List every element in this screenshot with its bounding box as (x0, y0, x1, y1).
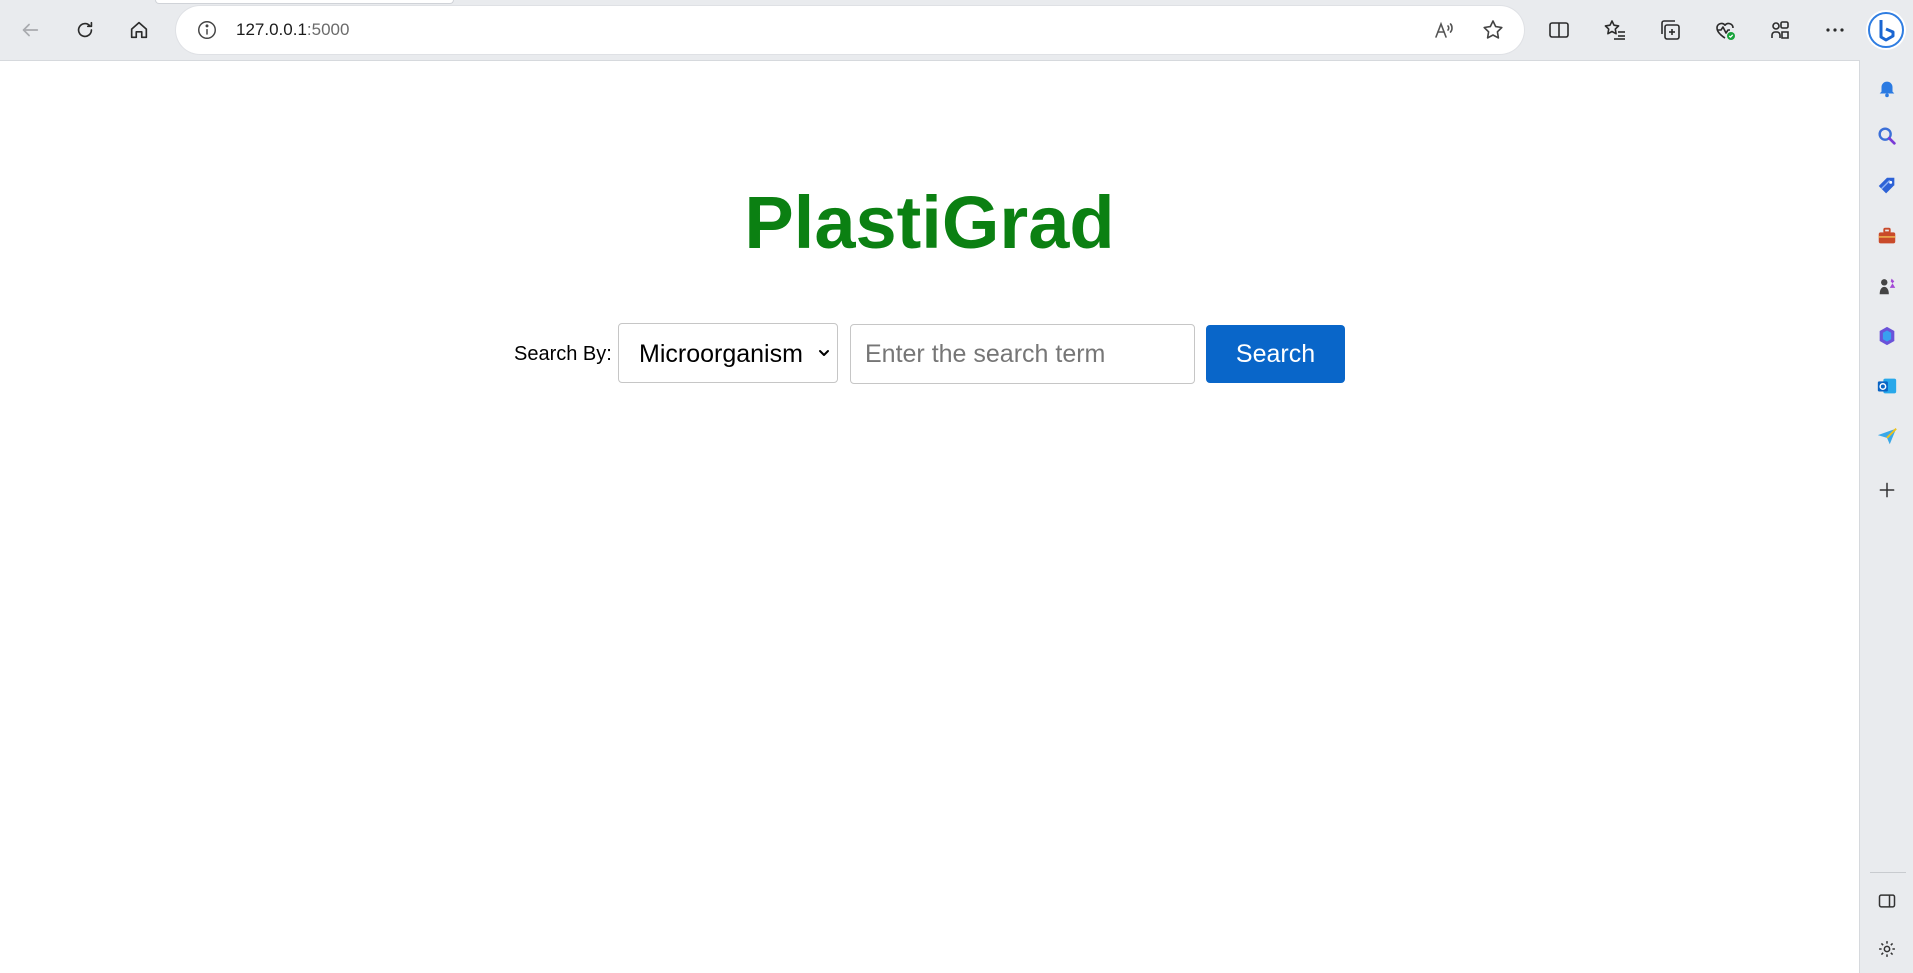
search-form: Search By: Microorganism Search (0, 323, 1859, 385)
active-tab-edge[interactable] (155, 0, 454, 4)
search-input[interactable] (850, 324, 1195, 384)
url-host: 127.0.0.1 (236, 20, 307, 39)
drop-icon (1877, 428, 1897, 445)
search-button[interactable]: Search (1206, 325, 1345, 383)
site-info-icon[interactable] (196, 19, 218, 41)
search-by-label: Search By: (514, 343, 612, 365)
browser-toolbar: 127.0.0.1:5000 (0, 0, 1913, 60)
favorites-button[interactable] (1600, 15, 1630, 45)
address-bar[interactable]: 127.0.0.1:5000 (176, 6, 1524, 54)
sidebar-games-button[interactable] (1874, 273, 1900, 299)
games-icon (1879, 278, 1896, 295)
add-icon (1879, 482, 1895, 498)
sidebar-notifications-button[interactable] (1874, 75, 1900, 101)
bing-copilot-button[interactable] (1866, 10, 1906, 50)
search-by-select[interactable]: Microorganism (618, 323, 838, 383)
url-text[interactable]: 127.0.0.1:5000 (236, 20, 349, 40)
back-button[interactable] (12, 12, 48, 48)
outlook-icon (1877, 378, 1897, 394)
search-icon (1878, 127, 1896, 145)
notifications-icon (1879, 81, 1895, 98)
back-icon (22, 23, 39, 37)
sidebar-shopping-button[interactable] (1874, 173, 1900, 199)
favorites-icon (1604, 20, 1625, 40)
extensions-icon (1771, 21, 1789, 39)
split-screen-icon (1549, 22, 1569, 38)
hide-sidebar-button[interactable] (1874, 888, 1900, 914)
add-favorite-button[interactable] (1481, 18, 1505, 42)
page-title: PlastiGrad (744, 181, 1115, 264)
sidebar-drop-button[interactable] (1874, 423, 1900, 449)
more-icon (1826, 28, 1844, 32)
favorite-star-icon (1483, 20, 1503, 39)
home-button[interactable] (121, 12, 157, 48)
page-content: PlastiGrad Search By: Microorganism Sear… (0, 60, 1860, 973)
browser-essentials-button[interactable] (1710, 15, 1740, 45)
search-by-selected-value: Microorganism (639, 340, 803, 368)
home-icon (130, 21, 148, 39)
split-screen-button[interactable] (1544, 15, 1574, 45)
read-aloud-button[interactable] (1432, 18, 1456, 42)
sidebar-divider (1870, 872, 1906, 873)
browser-essentials-icon (1716, 22, 1735, 40)
read-aloud-icon (1435, 21, 1453, 38)
url-port: :5000 (306, 20, 350, 39)
sidebar-settings-button[interactable] (1874, 936, 1900, 962)
more-button[interactable] (1820, 15, 1850, 45)
refresh-icon (77, 21, 93, 38)
chevron-down-icon (819, 350, 829, 356)
refresh-button[interactable] (67, 12, 103, 48)
sidebar-outlook-button[interactable] (1874, 373, 1900, 399)
sidebar-tools-button[interactable] (1874, 223, 1900, 249)
microsoft-365-icon (1879, 326, 1895, 346)
tools-icon (1878, 227, 1896, 244)
sidebar-microsoft-365-button[interactable] (1874, 323, 1900, 349)
collections-button[interactable] (1655, 15, 1685, 45)
bing-copilot-icon (1868, 12, 1904, 48)
sidebar-search-button[interactable] (1874, 123, 1900, 149)
sidebar-add-button[interactable] (1874, 477, 1900, 503)
settings-icon (1879, 941, 1895, 957)
extensions-button[interactable] (1765, 15, 1795, 45)
collections-icon (1661, 20, 1680, 40)
browser-sidebar (1860, 60, 1913, 972)
shopping-icon (1878, 177, 1895, 194)
hide-sidebar-icon (1878, 894, 1896, 908)
